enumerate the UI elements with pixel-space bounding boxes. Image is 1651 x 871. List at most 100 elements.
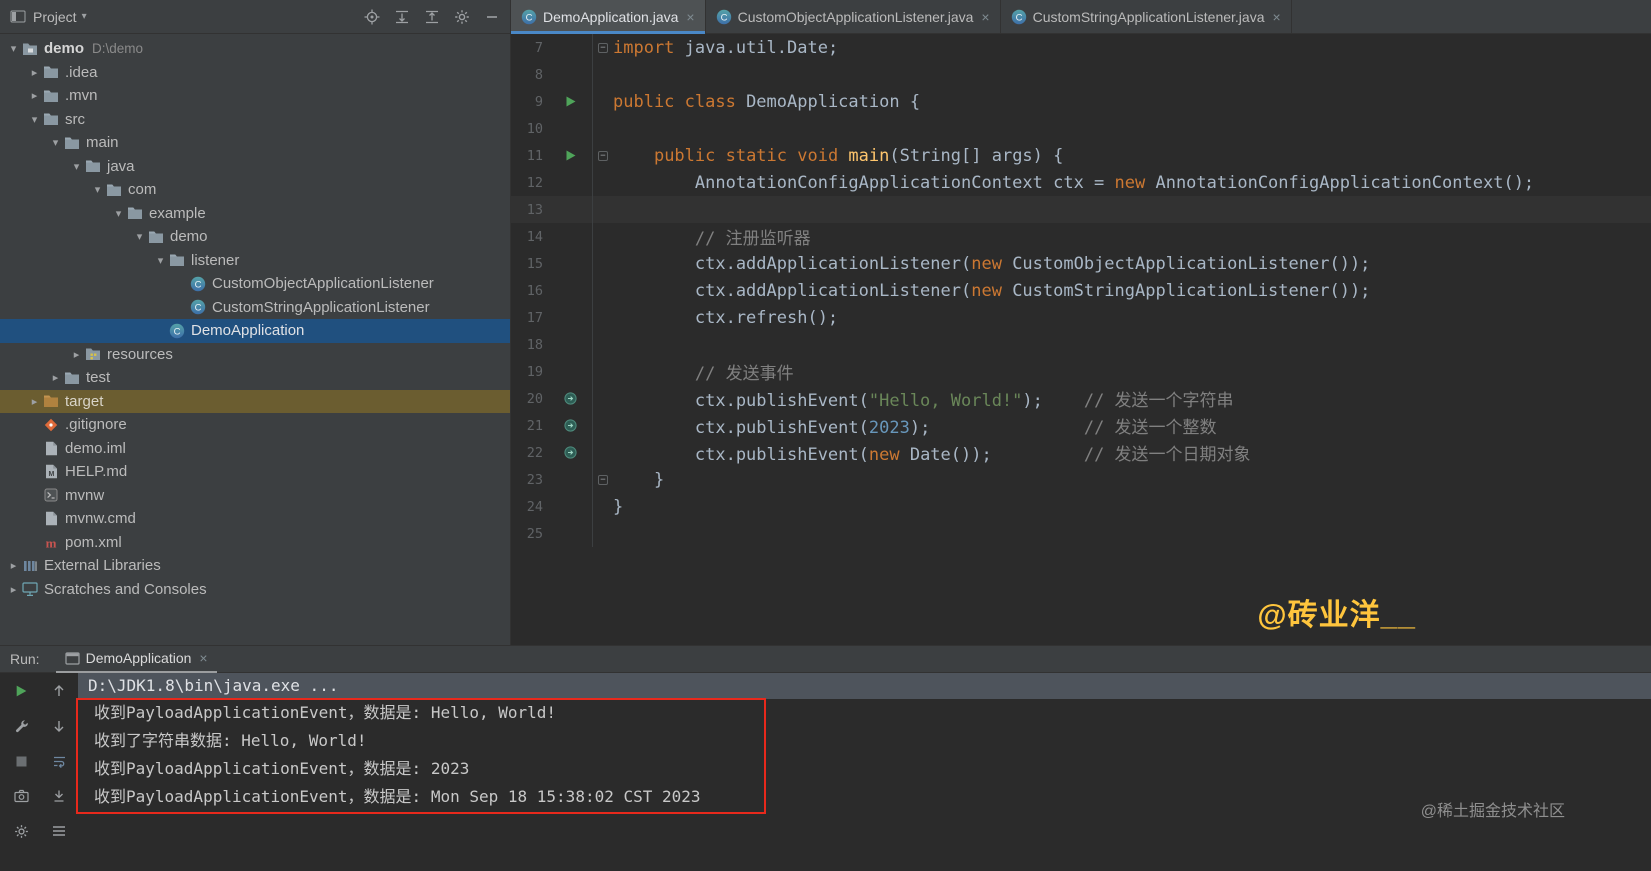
chevron-right-icon[interactable]: ▸ (48, 371, 63, 384)
collapse-icon[interactable] (424, 9, 440, 25)
file-icon (42, 441, 60, 456)
menu-button[interactable] (47, 821, 71, 841)
chevron-down-icon[interactable] (82, 11, 87, 22)
gear-icon (14, 824, 29, 839)
code-token: } (613, 496, 624, 517)
event-icon[interactable] (564, 419, 577, 432)
rerun-button[interactable] (9, 681, 33, 701)
code-line-14: 14 // 注册监听器 (511, 223, 1651, 250)
svg-text:C: C (195, 303, 202, 314)
softwrap-button[interactable] (47, 751, 71, 771)
tree-item-demo-iml[interactable]: demo.iml (0, 437, 510, 461)
svg-text:M: M (48, 471, 54, 478)
svg-text:C: C (174, 326, 181, 337)
editor-tab-customobjectapplicationlistener-java[interactable]: C CustomObjectApplicationListener.java (706, 0, 1001, 34)
chevron-down-icon[interactable]: ▾ (69, 160, 84, 173)
fold-marker[interactable]: − (593, 474, 613, 485)
tree-item-idea[interactable]: ▸ .idea (0, 61, 510, 85)
wrench-button[interactable] (9, 716, 33, 736)
fold-marker[interactable]: − (593, 150, 613, 161)
console[interactable]: D:\JDK1.8\bin\java.exe ... 收到PayloadAppl… (76, 673, 1651, 871)
chevron-down-icon[interactable]: ▾ (48, 136, 63, 149)
expand-icon[interactable] (394, 9, 410, 25)
hide-icon[interactable] (484, 9, 500, 25)
close-tab-icon[interactable] (199, 650, 207, 666)
corner-watermark: @稀土掘金技术社区 (1420, 803, 1565, 820)
tree-item-com[interactable]: ▾ com (0, 178, 510, 202)
locate-icon[interactable] (364, 9, 380, 25)
chevron-down-icon[interactable]: ▾ (132, 230, 147, 243)
code-text: ctx.addApplicationListener(new CustomStr… (613, 281, 1371, 301)
chevron-down-icon[interactable]: ▾ (153, 254, 168, 267)
tree-item-demoapplication[interactable]: C DemoApplication (0, 319, 510, 343)
tree-item-resources[interactable]: ▸ resources (0, 343, 510, 367)
tree-item-pom-xml[interactable]: m pom.xml (0, 531, 510, 555)
tree-item-mvn[interactable]: ▸ .mvn (0, 84, 510, 108)
tree-item-customobjectapplicationlistener[interactable]: C CustomObjectApplicationListener (0, 272, 510, 296)
code-token: ctx.publishEvent( (613, 391, 869, 411)
chevron-right-icon[interactable]: ▸ (27, 395, 42, 408)
event-gutter-slot[interactable] (549, 439, 593, 466)
chevron-right-icon[interactable]: ▸ (69, 348, 84, 361)
tree-item-test[interactable]: ▸ test (0, 366, 510, 390)
fold-marker[interactable]: − (593, 42, 613, 53)
project-panel-icon (10, 9, 26, 24)
tree-item-target[interactable]: ▸ target (0, 389, 510, 413)
tree-item-label: main (86, 134, 119, 152)
code-text: AnnotationConfigApplicationContext ctx =… (613, 173, 1534, 193)
chevron-right-icon[interactable]: ▸ (6, 583, 21, 596)
close-tab-icon[interactable] (981, 9, 989, 25)
run-gutter-slot[interactable] (549, 88, 593, 115)
close-tab-icon[interactable] (1272, 9, 1280, 25)
tree-item-label: Scratches and Consoles (44, 580, 207, 598)
close-tab-icon[interactable] (686, 9, 694, 25)
down-button[interactable] (47, 716, 71, 736)
code-token: AnnotationConfigApplicationContext ctx = (613, 172, 1115, 193)
event-icon[interactable] (564, 392, 577, 405)
editor-tab-customstringapplicationlistener-java[interactable]: C CustomStringApplicationListener.java (1001, 0, 1292, 34)
chevron-down-icon[interactable]: ▾ (90, 183, 105, 196)
scrollend-button[interactable] (47, 786, 71, 806)
chevron-down-icon[interactable]: ▾ (111, 207, 126, 220)
project-panel-title[interactable]: Project (33, 9, 77, 25)
tree-item-external-libraries[interactable]: ▸ External Libraries (0, 554, 510, 578)
tree-item-demo[interactable]: ▾ demo (0, 225, 510, 249)
chevron-down-icon[interactable]: ▾ (27, 113, 42, 126)
tree-item-java[interactable]: ▾ java (0, 155, 510, 179)
gear-button[interactable] (9, 821, 33, 841)
event-gutter-slot[interactable] (549, 385, 593, 412)
run-tab[interactable]: DemoApplication (55, 646, 217, 673)
tree-item-src[interactable]: ▾ src (0, 108, 510, 132)
console-tab-icon (64, 651, 80, 665)
tree-item-label: pom.xml (65, 533, 122, 551)
editor[interactable]: 7− import java.util.Date; 8 9 public class D… (511, 34, 1651, 645)
event-icon[interactable] (564, 446, 577, 459)
event-gutter-slot[interactable] (549, 412, 593, 439)
editor-tab-demoapplication-java[interactable]: C DemoApplication.java (511, 0, 706, 34)
chevron-right-icon[interactable]: ▸ (27, 89, 42, 102)
tree-item-main[interactable]: ▾ main (0, 131, 510, 155)
tree-item-help-md[interactable]: M HELP.md (0, 460, 510, 484)
tree-item-mvnw[interactable]: mvnw (0, 484, 510, 508)
tree-item-gitignore[interactable]: .gitignore (0, 413, 510, 437)
console-command-line[interactable]: D:\JDK1.8\bin\java.exe ... (78, 673, 1651, 699)
tree-item-scratches-and-consoles[interactable]: ▸ Scratches and Consoles (0, 578, 510, 602)
chevron-down-icon[interactable]: ▾ (6, 42, 21, 55)
run-gutter-slot[interactable] (549, 142, 593, 169)
stop-button[interactable] (9, 751, 33, 771)
tree-item-customstringapplicationlistener[interactable]: C CustomStringApplicationListener (0, 296, 510, 320)
tree-item-demo[interactable]: ▾ demo D:\demo (0, 37, 510, 61)
folder-icon (168, 253, 186, 267)
run-icon[interactable] (564, 149, 577, 162)
tree-item-mvnw-cmd[interactable]: mvnw.cmd (0, 507, 510, 531)
svg-text:C: C (720, 13, 727, 24)
tree-item-example[interactable]: ▾ example (0, 202, 510, 226)
chevron-right-icon[interactable]: ▸ (6, 559, 21, 572)
svg-text:C: C (526, 13, 533, 24)
tree-item-listener[interactable]: ▾ listener (0, 249, 510, 273)
run-icon[interactable] (564, 95, 577, 108)
camera-button[interactable] (9, 786, 33, 806)
chevron-right-icon[interactable]: ▸ (27, 66, 42, 79)
settings-icon[interactable] (454, 9, 470, 25)
up-button[interactable] (47, 681, 71, 701)
